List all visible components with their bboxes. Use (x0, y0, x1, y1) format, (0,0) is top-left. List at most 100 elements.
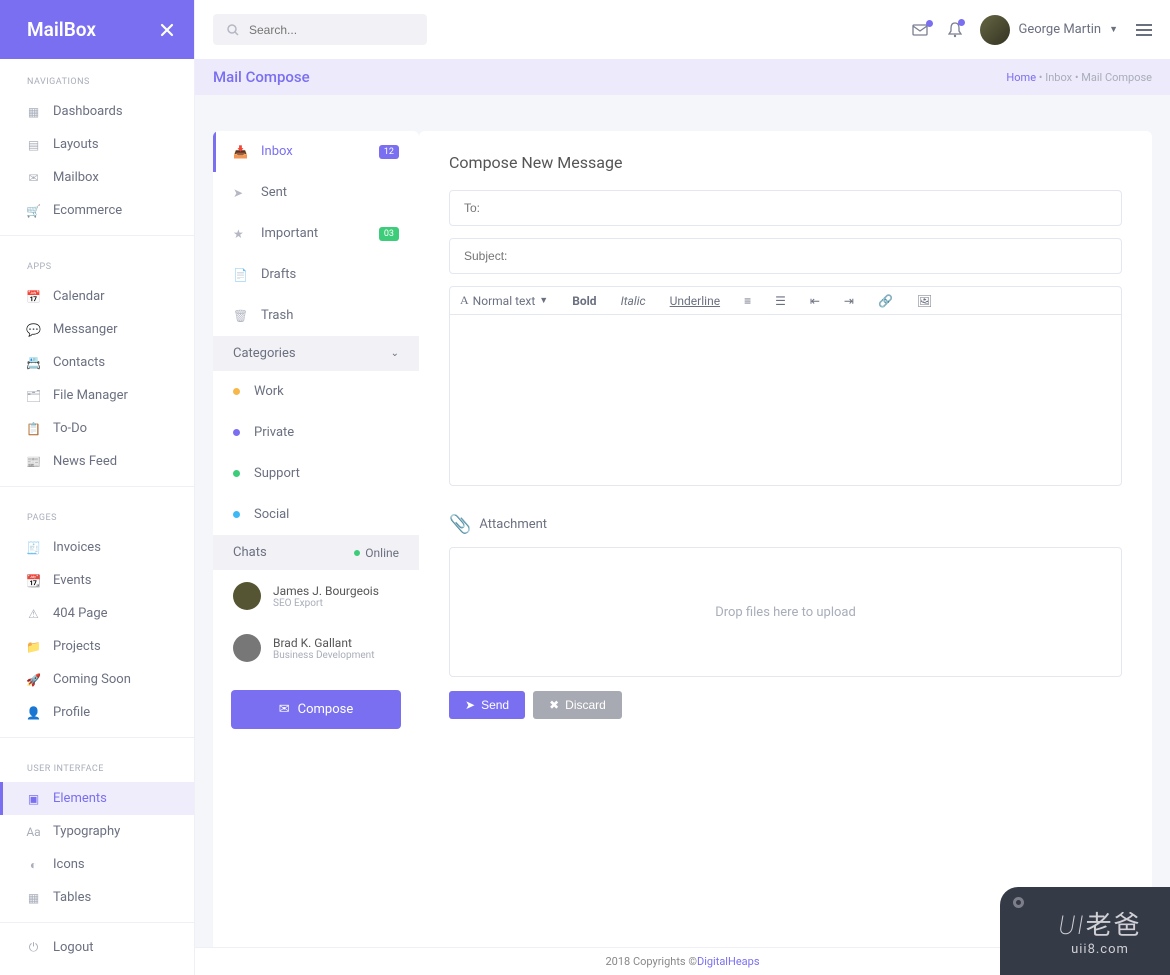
btn-label: Send (481, 698, 509, 712)
send-icon: ➤ (465, 698, 475, 712)
crumb-home[interactable]: Home (1006, 71, 1036, 84)
nav-profile[interactable]: 👤 Profile (0, 696, 194, 729)
link-icon[interactable]: 🔗 (878, 294, 893, 308)
mail-notification-icon[interactable] (912, 23, 930, 37)
nav-label: Elements (53, 791, 107, 806)
nav-messenger[interactable]: 💬Messanger (0, 313, 194, 346)
subject-input[interactable] (449, 238, 1122, 274)
section-title: Chats (233, 545, 267, 560)
search-input[interactable] (249, 23, 413, 37)
nav-layouts[interactable]: ▤Layouts (0, 128, 194, 161)
bell-notification-icon[interactable] (948, 22, 962, 38)
layout-icon: ▤ (27, 138, 40, 151)
nav-elements[interactable]: ▣Elements (0, 782, 194, 815)
folder-drafts[interactable]: 📄 Drafts (213, 254, 419, 295)
to-input[interactable] (449, 190, 1122, 226)
italic-button[interactable]: Italic (621, 294, 646, 308)
chat-contact[interactable]: James J. Bourgeois SEO Export (213, 570, 419, 622)
table-icon: ▦ (27, 891, 40, 904)
nav-projects[interactable]: 📁Projects (0, 630, 194, 663)
user-menu[interactable]: George Martin ▼ (980, 15, 1118, 45)
section-title: Categories (233, 346, 296, 361)
category-support[interactable]: Support (213, 453, 419, 494)
bold-button[interactable]: Bold (572, 294, 596, 308)
footer-link[interactable]: DigitalHeaps (697, 955, 760, 968)
attachment-header: 📎 Attachment (449, 514, 1122, 535)
close-icon[interactable] (160, 23, 174, 37)
nav-dashboards[interactable]: ▦Dashboards (0, 95, 194, 128)
nav-logout[interactable]: ⏻Logout (0, 931, 194, 964)
nav-events[interactable]: 📆 Events (0, 564, 194, 597)
crumb-inbox[interactable]: Inbox (1045, 71, 1072, 84)
folder-icon: 🗂 (27, 389, 40, 402)
nav-coming-soon[interactable]: 🚀Coming Soon (0, 663, 194, 696)
nav-mailbox[interactable]: ✉Mailbox (0, 161, 194, 194)
outdent-icon[interactable]: ⇤ (810, 294, 820, 308)
nav-invoices[interactable]: 🧾Invoices (0, 531, 194, 564)
folder-inbox[interactable]: 📥 Inbox 12 (213, 131, 419, 172)
nav-tables[interactable]: ▦Tables (0, 881, 194, 914)
nav-label: Ecommerce (53, 203, 122, 218)
hamburger-menu-icon[interactable] (1136, 24, 1152, 36)
envelope-icon: ✉ (279, 702, 290, 717)
breadcrumb: Home • Inbox • Mail Compose (1006, 71, 1152, 84)
text-style-dropdown[interactable]: A Normal text ▼ (460, 293, 548, 308)
color-dot (233, 429, 240, 436)
search-box[interactable] (213, 14, 427, 45)
icons-icon: ◐ (27, 858, 40, 871)
close-icon: ✖ (549, 698, 559, 712)
divider (0, 922, 194, 923)
divider (0, 486, 194, 487)
category-work[interactable]: Work (213, 371, 419, 412)
watermark-top: UI老爸 (1058, 905, 1141, 942)
color-dot (233, 511, 240, 518)
nav-contacts[interactable]: 📇Contacts (0, 346, 194, 379)
compose-button[interactable]: ✉ Compose (231, 690, 401, 729)
user-icon: 👤 (27, 706, 40, 719)
underline-button[interactable]: Underline (670, 294, 720, 308)
unordered-list-icon[interactable]: ☰ (775, 294, 786, 308)
nav-icons[interactable]: ◐Icons (0, 848, 194, 881)
folder-label: Drafts (261, 267, 296, 282)
sent-icon: ➤ (233, 186, 247, 200)
chat-contact[interactable]: Brad K. Gallant Business Development (213, 622, 419, 674)
dropzone[interactable]: Drop files here to upload (449, 547, 1122, 677)
badge: 12 (379, 145, 399, 159)
indent-icon[interactable]: ⇥ (844, 294, 854, 308)
app-logo: MailBox (27, 18, 96, 41)
watermark-circle-icon (1013, 897, 1024, 908)
mail-sidebar: 📥 Inbox 12 ➤ Sent ★ Important 03 📄 Draft… (213, 131, 419, 957)
nav-label: Typography (53, 824, 120, 839)
nav-404[interactable]: ⚠404 Page (0, 597, 194, 630)
category-social[interactable]: Social (213, 494, 419, 535)
folder-sent[interactable]: ➤ Sent (213, 172, 419, 213)
nav-label: Contacts (53, 355, 105, 370)
nav-label: Projects (53, 639, 101, 654)
footer-text: 2018 Copyrights © (605, 955, 697, 968)
nav-label: File Manager (53, 388, 128, 403)
invoice-icon: 🧾 (27, 541, 40, 554)
nav-label: Events (53, 573, 91, 588)
category-private[interactable]: Private (213, 412, 419, 453)
cart-icon: 🛒 (27, 204, 40, 217)
send-button[interactable]: ➤ Send (449, 691, 525, 719)
ordered-list-icon[interactable]: ≡ (744, 294, 751, 308)
editor-body[interactable] (450, 315, 1121, 485)
discard-button[interactable]: ✖ Discard (533, 691, 622, 719)
categories-header[interactable]: Categories ⌄ (213, 336, 419, 371)
image-icon[interactable]: 🖼 (917, 294, 932, 308)
nav-ecommerce[interactable]: 🛒 Ecommerce (0, 194, 194, 227)
event-icon: 📆 (27, 574, 40, 587)
sidebar: MailBox NAVIGATIONS ▦Dashboards ▤Layouts… (0, 0, 195, 975)
nav-newsfeed[interactable]: 📰News Feed (0, 445, 194, 478)
nav-typography[interactable]: AaTypography (0, 815, 194, 848)
nav-calendar[interactable]: 📅Calendar (0, 280, 194, 313)
nav-label: Profile (53, 705, 90, 720)
folder-important[interactable]: ★ Important 03 (213, 213, 419, 254)
watermark: UI老爸 uii8.com (1000, 887, 1170, 975)
folder-trash[interactable]: 🗑 Trash (213, 295, 419, 336)
nav-todo[interactable]: 📋To-Do (0, 412, 194, 445)
nav-filemanager[interactable]: 🗂 File Manager (0, 379, 194, 412)
page-title: Mail Compose (213, 68, 310, 86)
notification-dot (926, 20, 933, 27)
